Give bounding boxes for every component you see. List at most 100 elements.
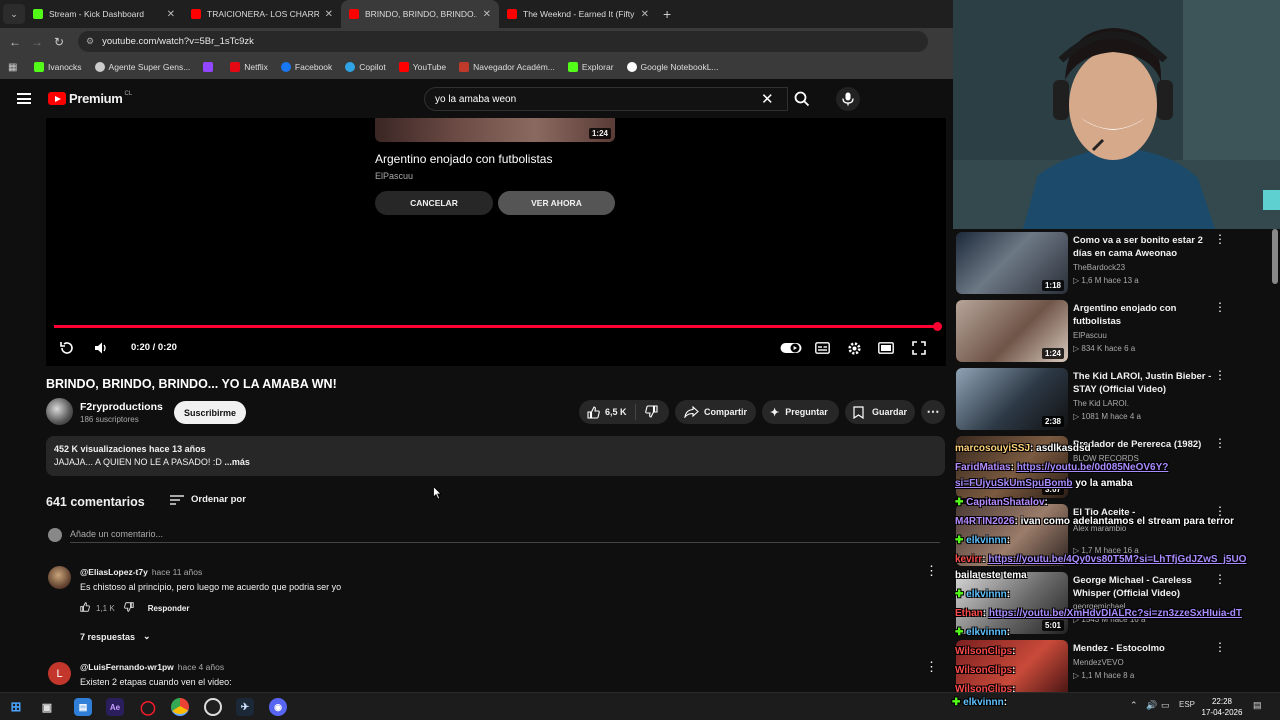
recommendation-item[interactable]: 1:24 Argentino enojado con futbolistas E…: [956, 300, 1276, 364]
search-button[interactable]: [788, 87, 816, 111]
obs-icon[interactable]: [204, 698, 222, 716]
autoplay-toggle[interactable]: [780, 339, 802, 357]
channel-avatar[interactable]: [46, 398, 73, 425]
dislike-button[interactable]: [636, 404, 658, 420]
comment-author[interactable]: @LuisFernando-wr1pw hace 4 años: [80, 662, 224, 672]
close-tab-icon[interactable]: ✕: [167, 9, 175, 20]
comment-author[interactable]: @EliasLopez-t7y hace 11 años: [80, 567, 202, 577]
opera-icon[interactable]: ◯: [139, 698, 157, 716]
recommendation-item[interactable]: 1:18 Como va a ser bonito estar 2 días e…: [956, 232, 1276, 296]
add-comment-input[interactable]: Añade un comentario...: [70, 529, 940, 543]
replay-button[interactable]: [58, 339, 76, 357]
windows-start-icon[interactable]: ⊞: [7, 698, 25, 716]
bookmark-item[interactable]: YouTube: [398, 62, 446, 72]
speaker-icon[interactable]: 🔊: [1146, 700, 1157, 711]
fullscreen-button[interactable]: [910, 339, 928, 357]
more-options-icon[interactable]: ⋮: [1214, 436, 1226, 450]
bookmark-item[interactable]: Explorar: [567, 62, 614, 72]
youtube-logo[interactable]: Premium CL: [48, 91, 132, 106]
bookmark-item[interactable]: Navegador Académ...: [459, 62, 555, 72]
more-actions-button[interactable]: ⋯: [921, 400, 945, 424]
menu-icon[interactable]: [17, 93, 31, 104]
recommendation-thumbnail[interactable]: 1:24: [956, 300, 1068, 362]
language-indicator[interactable]: ESP: [1179, 700, 1195, 709]
recommendation-thumbnail[interactable]: 5:01: [956, 572, 1068, 634]
chrome-icon[interactable]: [171, 698, 189, 716]
recommendation-title[interactable]: Mendez - Estocolmo: [1073, 642, 1213, 655]
more-options-icon[interactable]: ⋮: [1214, 368, 1226, 382]
file-explorer-icon[interactable]: ▤: [74, 698, 92, 716]
tray-overflow-icon[interactable]: ⌃: [1130, 700, 1138, 711]
chat-link[interactable]: https://youtu.be/XmHdvDIALRc?si=zn3zzeSx…: [989, 608, 1242, 619]
tab-search-button[interactable]: ⌄: [3, 4, 25, 24]
site-info-icon[interactable]: ⚙: [86, 36, 94, 47]
chat-link[interactable]: https://youtu.be/0d085NeOV6Y?: [1017, 462, 1169, 473]
more-options-icon[interactable]: ⋮: [1214, 572, 1226, 586]
voice-search-button[interactable]: [836, 87, 860, 111]
recommendation-title[interactable]: Argentino enojado con futbolistas: [1073, 302, 1213, 328]
recommendation-title[interactable]: George Michael - Careless Whisper (Offic…: [1073, 574, 1213, 600]
chat-link[interactable]: https://youtu.be/4Qy0vs80T5M?si=LhTfjGdJ…: [988, 554, 1246, 565]
network-icon[interactable]: ▭: [1161, 700, 1170, 711]
next-video-title[interactable]: Argentino enojado con futbolistas: [375, 152, 552, 166]
recommendation-thumbnail[interactable]: 1:18: [956, 232, 1068, 294]
watch-now-button[interactable]: VER AHORA: [498, 191, 615, 215]
search-input[interactable]: yo la amaba weon: [424, 87, 788, 111]
notifications-icon[interactable]: ▤: [1253, 700, 1262, 711]
comment-more-icon[interactable]: ⋮: [925, 563, 938, 579]
new-tab-icon[interactable]: +: [663, 6, 671, 22]
forward-arrow-icon[interactable]: →: [26, 35, 48, 49]
comment-avatar[interactable]: L: [48, 662, 71, 685]
browser-tab[interactable]: Stream - Kick Dashboard ✕: [25, 0, 183, 28]
recommendation-item[interactable]: 2:38 The Kid LAROI, Justin Bieber - STAY…: [956, 368, 1276, 432]
show-more-link[interactable]: ...más: [224, 457, 250, 467]
comment-avatar[interactable]: [48, 566, 71, 589]
close-tab-icon[interactable]: ✕: [325, 9, 333, 20]
steam-icon[interactable]: ✈: [236, 698, 254, 716]
volume-button[interactable]: [92, 339, 110, 357]
discord-icon[interactable]: ◉: [269, 698, 287, 716]
thumbs-down-icon[interactable]: [123, 602, 134, 614]
description-box[interactable]: 452 K visualizaciones hace 13 años JAJAJ…: [46, 436, 945, 476]
bookmark-item[interactable]: Netflix: [230, 62, 268, 72]
recommendation-thumbnail[interactable]: 2:38: [956, 368, 1068, 430]
view-replies-button[interactable]: 7 respuestas ⌄: [80, 631, 151, 642]
chat-link[interactable]: si=FUjyuSkUmSpuBomb: [955, 478, 1073, 489]
reply-button[interactable]: Responder: [148, 604, 190, 613]
comment-more-icon[interactable]: ⋮: [925, 659, 938, 675]
browser-tab-active[interactable]: BRINDO, BRINDO, BRINDO... YO ✕: [341, 0, 499, 28]
more-options-icon[interactable]: ⋮: [1214, 300, 1226, 314]
theater-mode-button[interactable]: [877, 339, 895, 357]
bookmark-item[interactable]: Copilot: [345, 62, 386, 72]
task-view-icon[interactable]: ▣: [38, 698, 56, 716]
back-arrow-icon[interactable]: ←: [4, 35, 26, 49]
ask-button[interactable]: ✦ Preguntar: [762, 400, 839, 424]
bookmark-item[interactable]: Facebook: [280, 62, 332, 72]
bookmark-item[interactable]: Ivanocks: [34, 62, 82, 72]
cancel-autoplay-button[interactable]: CANCELAR: [375, 191, 493, 215]
subtitles-button[interactable]: [813, 339, 831, 357]
recommendation-title[interactable]: Como va a ser bonito estar 2 días en cam…: [1073, 234, 1213, 260]
bookmark-item[interactable]: Google NotebookL...: [626, 62, 719, 72]
recommendation-title[interactable]: The Kid LAROI, Justin Bieber - STAY (Off…: [1073, 370, 1213, 396]
apps-grid-icon[interactable]: ▦: [8, 62, 22, 73]
clear-search-icon[interactable]: ✕: [761, 90, 774, 108]
thumbs-up-icon[interactable]: [80, 602, 90, 614]
subscribe-button[interactable]: Suscribirme: [174, 401, 246, 424]
url-input[interactable]: ⚙ youtube.com/watch?v=5Br_1sTc9zk: [78, 31, 928, 52]
more-options-icon[interactable]: ⋮: [1214, 640, 1226, 654]
reload-icon[interactable]: ↻: [48, 35, 70, 49]
progress-scrubber[interactable]: [933, 322, 942, 331]
settings-button[interactable]: [845, 339, 863, 357]
after-effects-icon[interactable]: Ae: [106, 698, 124, 716]
recommendation-title[interactable]: Predador de Perereca (1982): [1073, 438, 1213, 451]
share-button[interactable]: Compartir: [675, 400, 756, 424]
bookmark-item[interactable]: Agente Super Gens...: [94, 62, 190, 72]
browser-tab[interactable]: The Weeknd - Earned It (Fifty Sh ✕: [499, 0, 657, 28]
like-button[interactable]: 6,5 K: [579, 404, 636, 420]
channel-name[interactable]: F2ryproductions: [80, 401, 163, 413]
close-tab-icon[interactable]: ✕: [641, 9, 649, 20]
close-tab-icon[interactable]: ✕: [483, 9, 491, 20]
bookmark-item[interactable]: [203, 62, 217, 72]
video-player[interactable]: 1:24 Argentino enojado con futbolistas E…: [46, 118, 946, 366]
